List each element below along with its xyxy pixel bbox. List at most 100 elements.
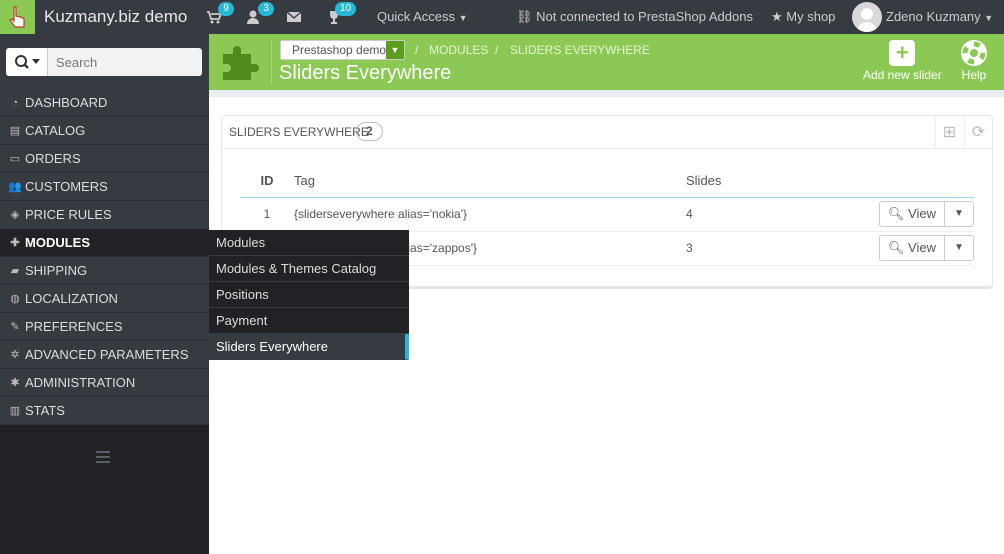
shop-name[interactable]: Kuzmany.biz demo xyxy=(44,7,187,27)
caret-down-icon: ▼ xyxy=(458,13,468,23)
bar-chart-icon: ▥ xyxy=(9,404,21,417)
user-name: Zdeno Kuzmany xyxy=(886,9,981,24)
add-new-slider-button[interactable]: + Add new slider xyxy=(863,40,942,82)
submenu-item-sliders-everywhere[interactable]: Sliders Everywhere xyxy=(209,334,409,360)
wrench-icon: ✎ xyxy=(10,320,20,333)
sidebar-item-label: STATS xyxy=(25,402,65,418)
sidebar-item-shipping[interactable]: ▰ SHIPPING xyxy=(0,257,209,285)
lifebuoy-icon xyxy=(961,40,987,66)
cog-icon: ✱ xyxy=(10,376,20,389)
user-menu[interactable]: Zdeno Kuzmany ▼ xyxy=(886,9,993,24)
count-badge: 2 xyxy=(356,122,383,141)
shop-select[interactable]: Prestashop demo ▼ xyxy=(280,40,405,60)
truck-icon: ▰ xyxy=(10,264,20,277)
add-icon[interactable]: ⊞ xyxy=(935,116,963,149)
zoom-icon: 🔍︎ xyxy=(887,206,905,221)
view-button-group: 🔍︎ View ▼ xyxy=(878,201,974,227)
column-header-id[interactable]: ID xyxy=(240,164,294,198)
book-icon: ▤ xyxy=(9,124,21,137)
sidebar-item-advanced-parameters[interactable]: ✲ ADVANCED PARAMETERS xyxy=(0,341,209,369)
avatar[interactable] xyxy=(852,2,882,32)
breadcrumb-separator: / xyxy=(495,43,499,57)
search-input[interactable] xyxy=(48,48,202,76)
caret-down-icon[interactable]: ▼ xyxy=(945,236,973,260)
column-header-slides[interactable]: Slides xyxy=(686,164,765,198)
addons-link[interactable]: ⛓ Not connected to PrestaShop Addons xyxy=(516,9,753,25)
sidebar-item-label: ADMINISTRATION xyxy=(25,374,136,390)
sidebar-item-catalog[interactable]: ▤ CATALOG xyxy=(0,117,209,145)
refresh-icon[interactable]: ⟳ xyxy=(964,116,992,149)
addons-label: Not connected to PrestaShop Addons xyxy=(536,9,753,24)
page-header: Prestashop demo ▼ / MODULES / SLIDERS EVE… xyxy=(209,34,1004,90)
add-new-slider-label: Add new slider xyxy=(863,68,942,82)
caret-down-icon[interactable]: ▼ xyxy=(945,202,973,226)
sidebar-item-label: MODULES xyxy=(25,234,90,250)
view-button[interactable]: 🔍︎ View xyxy=(880,236,945,260)
quick-access-label: Quick Access xyxy=(377,9,456,24)
sidebar-item-label: CUSTOMERS xyxy=(25,178,108,194)
sidebar-item-modules[interactable]: ✚ MODULES xyxy=(0,229,209,257)
chain-broken-icon: ⛓ xyxy=(516,9,533,24)
sidebar-item-dashboard[interactable]: ◔ DASHBOARD xyxy=(0,89,209,117)
search-bar xyxy=(0,34,209,89)
sidebar-item-preferences[interactable]: ✎ PREFERENCES xyxy=(0,313,209,341)
view-button[interactable]: 🔍︎ View xyxy=(880,202,945,226)
sidebar-item-label: ADVANCED PARAMETERS xyxy=(25,346,189,362)
sidebar-item-label: DASHBOARD xyxy=(25,94,108,110)
submenu-item-payment[interactable]: Payment xyxy=(209,308,409,334)
puzzle-icon: ✚ xyxy=(10,236,20,249)
sidebar-item-label: LOCALIZATION xyxy=(25,290,118,306)
sidebar-item-customers[interactable]: 👥 CUSTOMERS xyxy=(0,173,209,201)
sidebar-item-label: PREFERENCES xyxy=(25,318,123,334)
sidebar-item-orders[interactable]: ▭ ORDERS xyxy=(0,145,209,173)
prestashop-logo[interactable] xyxy=(0,0,35,34)
orders-badge: 9 xyxy=(218,2,234,16)
envelope-icon[interactable] xyxy=(286,9,302,25)
top-navbar: Kuzmany.biz demo 9 3 10 Quick Access ▼ ⛓… xyxy=(0,0,1004,34)
sidebar-item-label: SHIPPING xyxy=(25,262,88,278)
quick-access-dropdown[interactable]: Quick Access ▼ xyxy=(377,9,468,24)
users-icon: 👥 xyxy=(8,180,22,193)
search-type-button[interactable] xyxy=(6,48,48,76)
table-row[interactable]: 1 {sliderseverywhere alias='nokia'} 4 🔍︎ Vi… xyxy=(240,197,974,232)
sidebar: ◔ DASHBOARD ▤ CATALOG ▭ ORDERS 👥CUSTOMERS ◈ PRIC… xyxy=(0,34,209,554)
submenu-item-modules[interactable]: Modules xyxy=(209,230,409,256)
sidebar-item-label: PRICE RULES xyxy=(25,206,112,222)
sidebar-item-localization[interactable]: ◍ LOCALIZATION xyxy=(0,285,209,313)
header-divider xyxy=(271,40,272,84)
trophies-badge: 10 xyxy=(335,2,357,16)
breadcrumb-separator: / xyxy=(415,43,419,57)
collapse-menu-icon[interactable] xyxy=(96,451,110,463)
panel-heading: SLIDERS EVERYWHERE 2 ⊞ ⟳ xyxy=(222,116,992,149)
my-shop-label: My shop xyxy=(786,9,836,24)
row-slides: 4 xyxy=(686,197,765,232)
help-button[interactable]: Help xyxy=(961,40,987,82)
sidebar-item-stats[interactable]: ▥ STATS xyxy=(0,397,209,425)
column-header-tag[interactable]: Tag xyxy=(294,164,686,198)
row-id: 1 xyxy=(240,197,294,232)
caret-down-icon: ▼ xyxy=(984,13,994,23)
header-shadow xyxy=(209,90,1004,97)
dashboard-icon: ◔ xyxy=(11,96,19,109)
panel-title: SLIDERS EVERYWHERE xyxy=(229,125,369,139)
sidebar-item-administration[interactable]: ✱ ADMINISTRATION xyxy=(0,369,209,397)
row-slides: 3 xyxy=(686,231,765,266)
my-shop-link[interactable]: ★ My shop xyxy=(771,9,835,25)
sidebar-item-label: ORDERS xyxy=(25,150,81,166)
view-label: View xyxy=(908,206,936,221)
plus-icon: + xyxy=(889,40,916,66)
column-header-actions xyxy=(764,164,974,198)
breadcrumb-modules[interactable]: MODULES xyxy=(429,43,488,57)
cogs-icon: ✲ xyxy=(10,348,20,361)
sidebar-item-price-rules[interactable]: ◈ PRICE RULES xyxy=(0,201,209,229)
view-button-group: 🔍︎ View ▼ xyxy=(878,235,974,261)
customers-badge: 3 xyxy=(258,2,274,16)
view-label: View xyxy=(908,240,936,255)
row-tag: {sliderseverywhere alias='nokia'} xyxy=(294,197,686,232)
zoom-icon: 🔍︎ xyxy=(887,240,905,255)
tags-icon: ◈ xyxy=(10,208,20,221)
submenu-item-positions[interactable]: Positions xyxy=(209,282,409,308)
submenu-item-modules-themes-catalog[interactable]: Modules & Themes Catalog xyxy=(209,256,409,282)
caret-down-icon: ▼ xyxy=(386,41,404,59)
sidebar-item-label: CATALOG xyxy=(25,122,86,138)
